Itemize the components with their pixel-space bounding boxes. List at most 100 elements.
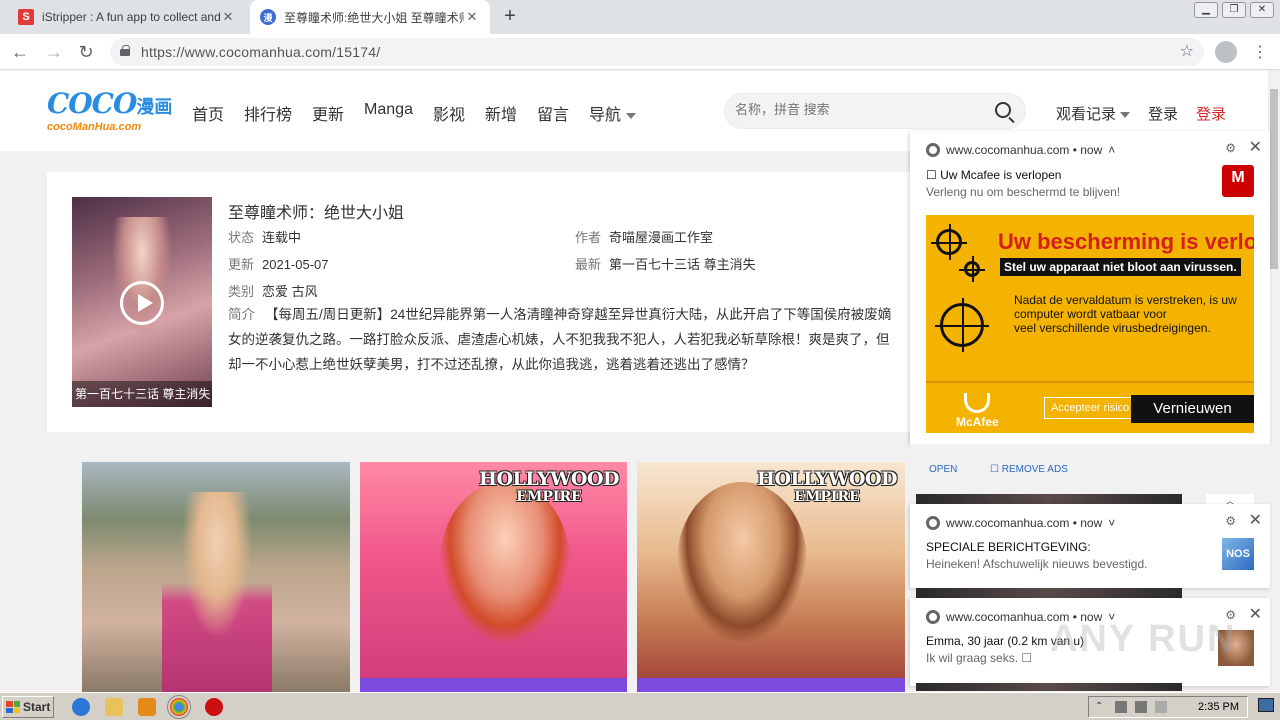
nav-video[interactable]: 影视: [433, 101, 465, 125]
ie-icon[interactable]: [72, 698, 90, 716]
close-tab-icon[interactable]: ✕: [220, 9, 236, 25]
shield-icon: [964, 393, 991, 413]
media-player-icon[interactable]: [138, 698, 156, 716]
ad-thumbnail[interactable]: HOLLYWOOD EMPIRE: [637, 462, 905, 692]
history-label: 观看记录: [1056, 106, 1117, 123]
chevron-up-icon[interactable]: ˄: [1108, 143, 1115, 157]
chevron-down-icon: [1120, 112, 1131, 119]
comic-title: 至尊瞳术师：绝世大小姐: [228, 205, 405, 222]
chrome-icon: [926, 516, 940, 530]
tab-title: 至尊瞳术师:绝世大小姐 至尊瞳术师: [284, 10, 464, 25]
ad-thumbnail[interactable]: [82, 462, 350, 692]
close-icon[interactable]: ✕: [1249, 604, 1262, 624]
bookmark-star-icon[interactable]: ☆: [1180, 41, 1194, 61]
logo-cn: 漫画: [136, 97, 173, 117]
nos-badge-icon: NOS: [1222, 538, 1254, 570]
logo-domain: cocoManHua.com: [47, 121, 142, 133]
main-nav: 首页 排行榜 更新 Manga 影视 新增 留言 导航: [192, 101, 637, 125]
browser-toolbar: ← → ↻ https://www.cocomanhua.com/15174/ …: [0, 34, 1280, 70]
updated-row: 更新 2021-05-07: [228, 254, 329, 273]
manhua-favicon-icon: 漫: [260, 9, 276, 25]
mcafee-logo: McAfee: [956, 393, 999, 429]
site-logo[interactable]: COCO漫画 cocoManHua.com: [47, 87, 177, 137]
network-icon[interactable]: [1135, 701, 1147, 713]
chevron-down-icon[interactable]: ˅: [1108, 516, 1115, 530]
author-row: 作者 奇喵屋漫画工作室: [575, 227, 713, 246]
author-value[interactable]: 奇喵屋漫画工作室: [609, 230, 713, 245]
forward-button[interactable]: →: [42, 40, 66, 64]
windows-taskbar: Start ⌃ 2:35 PM: [0, 692, 1280, 720]
intro-line: 简介 【每周五/周日更新】24世纪异能界第一人洛清瞳神奇穿越至异世真衍大陆，从此开…: [228, 302, 918, 327]
close-icon[interactable]: ✕: [1249, 510, 1262, 530]
remove-ads-button[interactable]: ☐ REMOVE ADS: [990, 464, 1068, 475]
tab-cocomanhua[interactable]: 漫 至尊瞳术师:绝世大小姐 至尊瞳术师 ✕: [250, 0, 490, 34]
comic-cover[interactable]: 第一百七十三话 尊主消失: [72, 197, 212, 407]
updated-value: 2021-05-07: [262, 257, 329, 272]
close-tab-icon[interactable]: ✕: [464, 9, 480, 25]
thumbnail-photo: [162, 492, 272, 692]
tray-expand-icon[interactable]: ⌃: [1095, 701, 1107, 713]
flag-icon[interactable]: [1155, 701, 1167, 713]
status-value: 连载中: [262, 230, 302, 245]
latest-chapter-link[interactable]: 第一百七十三话 尊主消失: [609, 257, 756, 272]
genre-label: 类别: [228, 284, 255, 299]
genre-value[interactable]: 恋爱 古风: [262, 284, 318, 299]
nav-updates[interactable]: 更新: [312, 101, 344, 125]
search-icon[interactable]: [995, 102, 1011, 118]
start-button[interactable]: Start: [2, 696, 54, 718]
volume-icon[interactable]: [1115, 701, 1127, 713]
tab-istripper[interactable]: S iStripper : A fun app to collect and w…: [8, 0, 246, 34]
comic-intro: 简介 【每周五/周日更新】24世纪异能界第一人洛清瞳神奇穿越至异世真衍大陆，从此开…: [228, 302, 918, 377]
nav-manga[interactable]: Manga: [364, 101, 413, 125]
maximize-button[interactable]: ❐: [1222, 2, 1246, 18]
ad-strap: Stel uw apparaat niet bloot aan virussen…: [1000, 258, 1241, 276]
play-icon[interactable]: [120, 281, 164, 325]
minimize-button[interactable]: ▁: [1194, 2, 1218, 18]
history-dropdown[interactable]: 观看记录: [1056, 103, 1131, 124]
cover-caption: 第一百七十三话 尊主消失: [72, 381, 212, 407]
author-label: 作者: [575, 230, 602, 245]
notification-news[interactable]: www.cocomanhua.com • now ˅ ⚙ ✕ SPECIALE B…: [910, 504, 1270, 588]
chrome-icon[interactable]: [167, 695, 191, 719]
profile-avatar-icon[interactable]: [1215, 41, 1237, 63]
logo-text: COCO: [47, 87, 137, 120]
gear-icon[interactable]: ⚙: [1225, 141, 1236, 155]
show-desktop-icon[interactable]: [1258, 698, 1274, 712]
mcafee-ad-image[interactable]: Uw bescherming is verlopen! Stel uw appa…: [926, 215, 1254, 433]
gear-icon[interactable]: ⚙: [1225, 514, 1236, 528]
user-links: 观看记录 登录 登录: [1056, 103, 1226, 124]
nav-ranking[interactable]: 排行榜: [244, 101, 292, 125]
intro-line: 却一不小心惹上绝世妖孽美男，打不过还乱撩，从此你追我逃，逃着逃着还逃出了感情？: [228, 357, 755, 372]
stop-icon[interactable]: [205, 698, 223, 716]
register-link[interactable]: 登录: [1196, 103, 1226, 124]
open-button[interactable]: OPEN: [929, 464, 957, 475]
new-tab-button[interactable]: +: [500, 5, 520, 28]
bug-icon: [935, 298, 989, 352]
menu-kebab-icon[interactable]: ⋮: [1252, 42, 1268, 62]
reload-button[interactable]: ↻: [74, 40, 98, 64]
folder-icon[interactable]: [105, 698, 123, 716]
system-tray: ⌃ 2:35 PM: [1088, 696, 1248, 718]
ad-divider: [926, 381, 1254, 383]
renew-button[interactable]: Vernieuwen: [1131, 395, 1254, 423]
clock[interactable]: 2:35 PM: [1198, 701, 1239, 713]
back-button[interactable]: ←: [8, 40, 32, 64]
search-input[interactable]: [735, 102, 975, 117]
status-row: 状态 连载中: [228, 227, 301, 246]
mcafee-badge-icon: [1222, 165, 1254, 197]
scrollbar-thumb[interactable]: [1270, 89, 1278, 269]
thumbnail-bar: [360, 678, 627, 692]
accept-risk-button[interactable]: Accepteer risico: [1044, 397, 1137, 419]
close-window-button[interactable]: ✕: [1250, 2, 1274, 18]
close-icon[interactable]: ✕: [1249, 137, 1262, 157]
address-bar[interactable]: https://www.cocomanhua.com/15174/ ☆: [110, 38, 1204, 66]
notification-mcafee[interactable]: www.cocomanhua.com • now ˄ ⚙ ✕ ☐ Uw Mcafe…: [910, 131, 1270, 444]
notification-title: ☐ Uw Mcafee is verlopen: [926, 168, 1062, 182]
expand-chevron-icon[interactable]: ︿: [1206, 494, 1254, 506]
nav-navigation[interactable]: 导航: [589, 101, 637, 125]
nav-guestbook[interactable]: 留言: [537, 101, 569, 125]
ad-thumbnail[interactable]: HOLLYWOOD EMPIRE: [360, 462, 627, 692]
nav-home[interactable]: 首页: [192, 101, 224, 125]
nav-new[interactable]: 新增: [485, 101, 517, 125]
login-link[interactable]: 登录: [1148, 103, 1178, 124]
